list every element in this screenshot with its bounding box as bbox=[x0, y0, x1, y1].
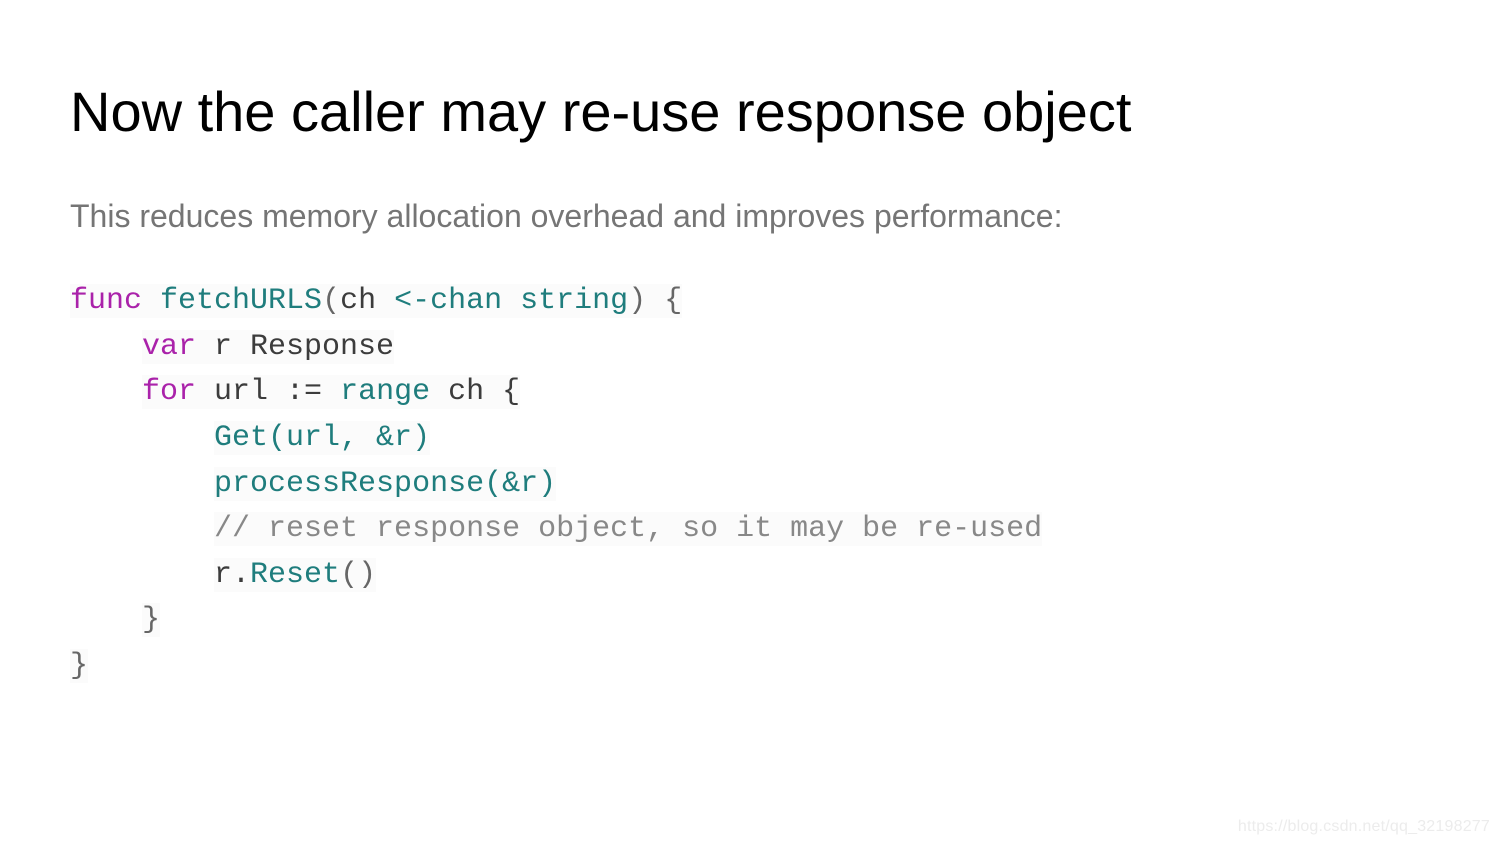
paren: () bbox=[340, 558, 376, 592]
call-reset: Reset bbox=[250, 558, 340, 592]
code-block: func fetchURLS(ch <-chan string) { var r… bbox=[70, 279, 1430, 689]
brace-close: } bbox=[142, 603, 160, 637]
call-process: processResponse(&r) bbox=[214, 467, 556, 501]
slide: Now the caller may re-use response objec… bbox=[0, 0, 1500, 844]
paren-open: ( bbox=[322, 284, 340, 318]
keyword-func: func bbox=[70, 284, 142, 318]
func-name: fetchURLS bbox=[160, 284, 322, 318]
paren-close: ) bbox=[628, 284, 646, 318]
comment: // reset response object, so it may be r… bbox=[214, 512, 1042, 546]
call-get: Get(url, &r) bbox=[214, 421, 430, 455]
slide-title: Now the caller may re-use response objec… bbox=[70, 80, 1430, 144]
arg-name: ch bbox=[340, 284, 376, 318]
code-text bbox=[376, 284, 394, 318]
code-text: ch { bbox=[430, 375, 520, 409]
watermark-text: https://blog.csdn.net/qq_32198277 bbox=[1238, 818, 1490, 836]
keyword-for: for bbox=[142, 375, 196, 409]
chan-type: <-chan bbox=[394, 284, 502, 318]
type-name: string bbox=[520, 284, 628, 318]
code-text bbox=[142, 284, 160, 318]
keyword-var: var bbox=[142, 330, 196, 364]
brace-open: { bbox=[646, 284, 682, 318]
code-text: r. bbox=[214, 558, 250, 592]
keyword-range: range bbox=[340, 375, 430, 409]
code-text bbox=[502, 284, 520, 318]
code-text: url := bbox=[196, 375, 340, 409]
brace-close: } bbox=[70, 649, 88, 683]
code-text: r Response bbox=[196, 330, 394, 364]
slide-subtitle: This reduces memory allocation overhead … bbox=[70, 194, 1430, 239]
